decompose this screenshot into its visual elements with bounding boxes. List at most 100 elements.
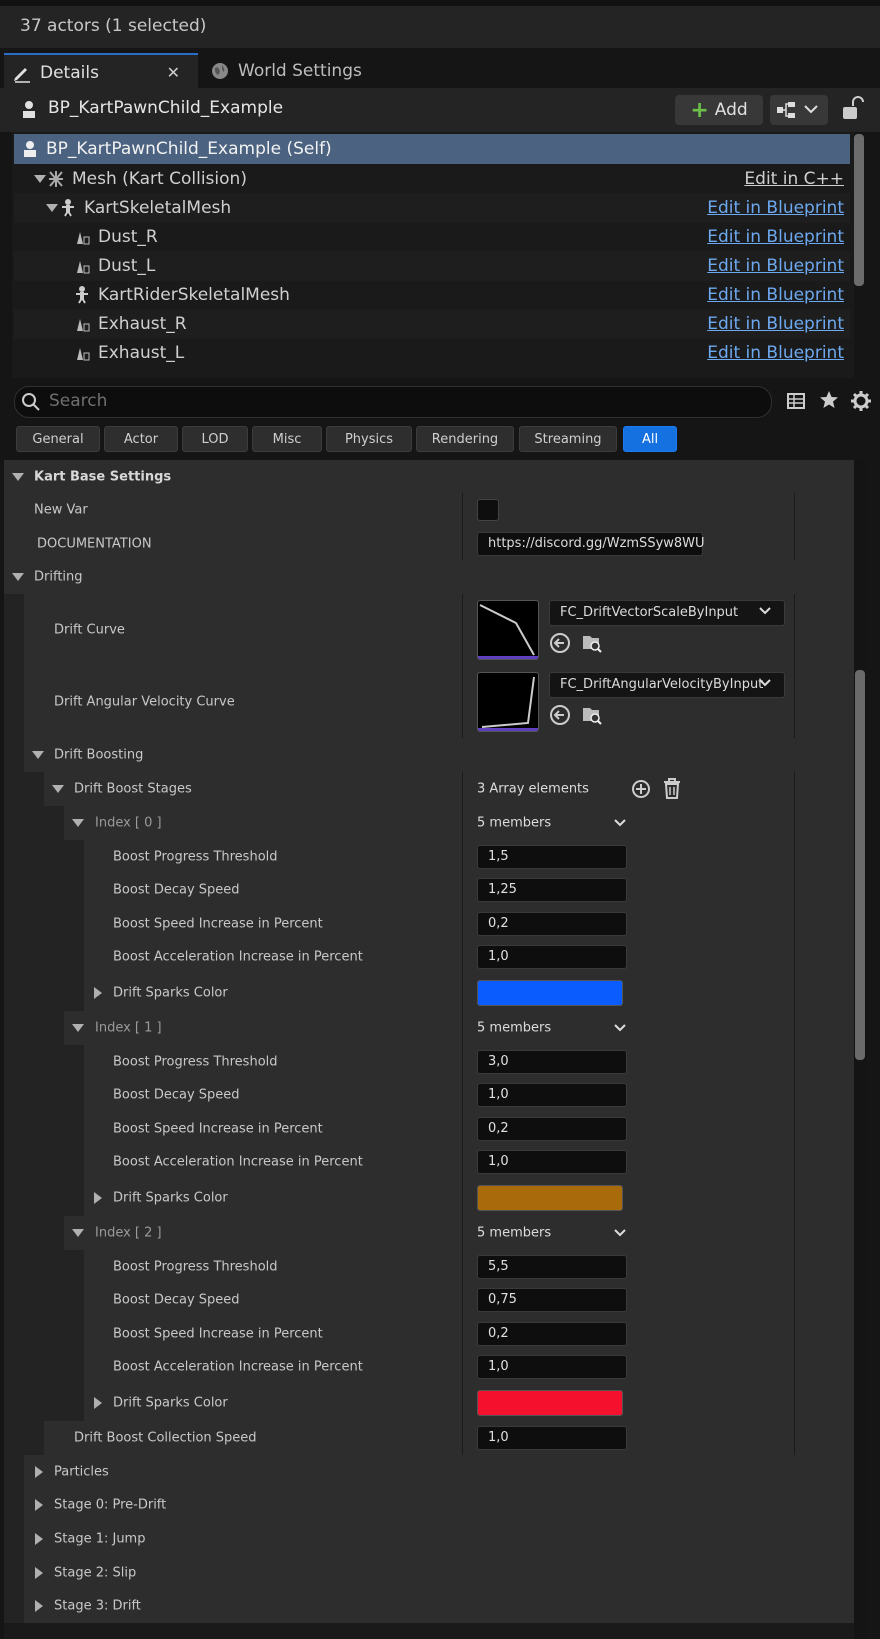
tab-world-settings[interactable]: World Settings — [202, 53, 382, 88]
edit-in-blueprint-link[interactable]: Edit in Blueprint — [707, 314, 844, 334]
speed_inc-field[interactable]: 0,2 — [477, 1321, 627, 1346]
section-stage-1[interactable]: Stage 1: Jump — [4, 1522, 854, 1557]
filter-general[interactable]: General — [16, 426, 100, 452]
chevron-down-icon[interactable] — [613, 1226, 627, 1240]
close-icon[interactable]: ✕ — [167, 63, 180, 82]
expand-arrow-icon[interactable] — [72, 1229, 84, 1237]
curve-thumbnail[interactable] — [477, 600, 539, 660]
indent-guide — [4, 1179, 84, 1216]
tree-item-exhaust-r[interactable]: Exhaust_R Edit in Blueprint — [14, 309, 850, 339]
filter-misc[interactable]: Misc — [252, 426, 322, 452]
blueprint-options-button[interactable] — [770, 95, 828, 125]
filter-actor[interactable]: Actor — [104, 426, 178, 452]
prop-label: Boost Progress Threshold — [113, 849, 278, 865]
filter-physics[interactable]: Physics — [326, 426, 412, 452]
decay-field[interactable]: 1,25 — [477, 878, 627, 903]
expand-arrow-icon[interactable] — [34, 175, 46, 183]
section-stage-2[interactable]: Stage 2: Slip — [4, 1556, 854, 1590]
section-stage-3[interactable]: Stage 3: Drift — [4, 1589, 854, 1624]
use-selected-icon[interactable] — [549, 632, 571, 654]
filter-all[interactable]: All — [623, 426, 677, 452]
expand-arrow-icon[interactable] — [12, 472, 24, 481]
section-kart-base-settings[interactable]: Kart Base Settings — [4, 460, 854, 494]
new-var-checkbox[interactable] — [477, 499, 499, 521]
add-element-icon[interactable] — [631, 779, 651, 799]
expand-arrow-icon[interactable] — [35, 1533, 43, 1545]
tab-world-settings-label: World Settings — [238, 60, 362, 81]
chevron-down-icon[interactable] — [613, 816, 627, 830]
threshold-field[interactable]: 1,5 — [477, 844, 627, 869]
chevron-down-icon[interactable] — [613, 1021, 627, 1035]
lock-icon[interactable] — [840, 96, 864, 122]
expand-arrow-icon[interactable] — [35, 1600, 43, 1612]
color-swatch[interactable] — [477, 1389, 623, 1416]
section-drifting[interactable]: Drifting — [4, 560, 854, 595]
section-stage-0[interactable]: Stage 0: Pre-Drift — [4, 1488, 854, 1523]
tab-details[interactable]: Details ✕ — [4, 53, 198, 90]
expand-arrow-icon[interactable] — [35, 1465, 43, 1478]
tree-item-kart-skeletal-mesh[interactable]: KartSkeletalMesh Edit in Blueprint — [14, 193, 850, 223]
speed_inc-field[interactable]: 0,2 — [477, 1116, 627, 1141]
expand-arrow-icon[interactable] — [35, 1499, 43, 1511]
search-input[interactable]: Search — [14, 386, 772, 418]
expand-arrow-icon[interactable] — [72, 819, 84, 827]
decay-field[interactable]: 0,75 — [477, 1288, 627, 1313]
edit-in-blueprint-link[interactable]: Edit in Blueprint — [707, 198, 844, 218]
table-view-icon[interactable] — [786, 391, 806, 411]
add-component-button[interactable]: + Add — [675, 95, 763, 125]
filter-lod[interactable]: LOD — [182, 426, 248, 452]
edit-in-blueprint-link[interactable]: Edit in Blueprint — [707, 343, 844, 363]
tree-item-exhaust-l[interactable]: Exhaust_L Edit in Blueprint — [14, 338, 850, 368]
gear-icon[interactable] — [850, 390, 872, 412]
edit-in-blueprint-link[interactable]: Edit in Blueprint — [707, 285, 844, 305]
section-drift-boosting[interactable]: Drift Boosting — [4, 738, 854, 773]
expand-arrow-icon[interactable] — [35, 1566, 43, 1579]
browse-icon[interactable] — [581, 632, 603, 654]
browse-icon[interactable] — [581, 704, 603, 726]
tree-scrollbar[interactable] — [854, 134, 864, 286]
speed_inc-field[interactable]: 0,2 — [477, 911, 627, 936]
expand-arrow-icon[interactable] — [94, 986, 102, 999]
filter-streaming[interactable]: Streaming — [519, 426, 617, 452]
color-swatch[interactable] — [477, 979, 623, 1006]
expand-arrow-icon[interactable] — [12, 573, 24, 581]
prop-accel_inc: Boost Acceleration Increase in Percent 1,… — [4, 1350, 854, 1385]
tree-item-mesh[interactable]: Mesh (Kart Collision) Edit in C++ — [14, 164, 850, 194]
indent-guide — [4, 907, 84, 941]
expand-arrow-icon[interactable] — [46, 204, 58, 212]
threshold-field[interactable]: 5,5 — [477, 1254, 627, 1279]
drift-angular-dropdown[interactable]: FC_DriftAngularVelocityByInput — [549, 672, 785, 698]
accel_inc-field[interactable]: 1,0 — [477, 1150, 627, 1175]
expand-arrow-icon[interactable] — [52, 785, 64, 793]
edit-in-blueprint-link[interactable]: Edit in Blueprint — [707, 227, 844, 247]
properties-scrollbar[interactable] — [855, 670, 865, 1060]
accel_inc-field[interactable]: 1,0 — [477, 1355, 627, 1380]
prop-tail — [794, 1283, 829, 1317]
expand-arrow-icon[interactable] — [72, 1024, 84, 1032]
trash-icon[interactable] — [663, 778, 681, 800]
tree-item-self[interactable]: BP_KartPawnChild_Example (Self) — [14, 134, 850, 164]
chevron-down-icon — [759, 607, 771, 615]
section-particles[interactable]: Particles — [4, 1455, 854, 1489]
tree-item-kart-rider-skeletal-mesh[interactable]: KartRiderSkeletalMesh Edit in Blueprint — [14, 280, 850, 310]
edit-in-blueprint-link[interactable]: Edit in Blueprint — [707, 256, 844, 276]
star-icon[interactable] — [819, 390, 839, 410]
filter-rendering[interactable]: Rendering — [416, 426, 514, 452]
color-swatch[interactable] — [477, 1184, 623, 1211]
curve-thumbnail[interactable] — [477, 672, 539, 732]
documentation-field[interactable]: https://discord.gg/WzmSSyw8WU — [477, 531, 705, 556]
edit-in-cpp-link[interactable]: Edit in C++ — [744, 169, 844, 189]
use-selected-icon[interactable] — [549, 704, 571, 726]
tree-item-dust-r[interactable]: Dust_R Edit in Blueprint — [14, 222, 850, 252]
drift-curve-dropdown[interactable]: FC_DriftVectorScaleByInput — [549, 600, 785, 626]
outliner-status-bar: 37 actors (1 selected) — [0, 0, 880, 48]
decay-field[interactable]: 1,0 — [477, 1083, 627, 1108]
indent-guide — [4, 738, 24, 772]
tree-item-dust-l[interactable]: Dust_L Edit in Blueprint — [14, 251, 850, 281]
accel_inc-field[interactable]: 1,0 — [477, 945, 627, 970]
expand-arrow-icon[interactable] — [32, 751, 44, 759]
expand-arrow-icon[interactable] — [94, 1191, 102, 1204]
threshold-field[interactable]: 3,0 — [477, 1049, 627, 1074]
expand-arrow-icon[interactable] — [94, 1396, 102, 1409]
collection-speed-field[interactable]: 1,0 — [477, 1426, 627, 1450]
